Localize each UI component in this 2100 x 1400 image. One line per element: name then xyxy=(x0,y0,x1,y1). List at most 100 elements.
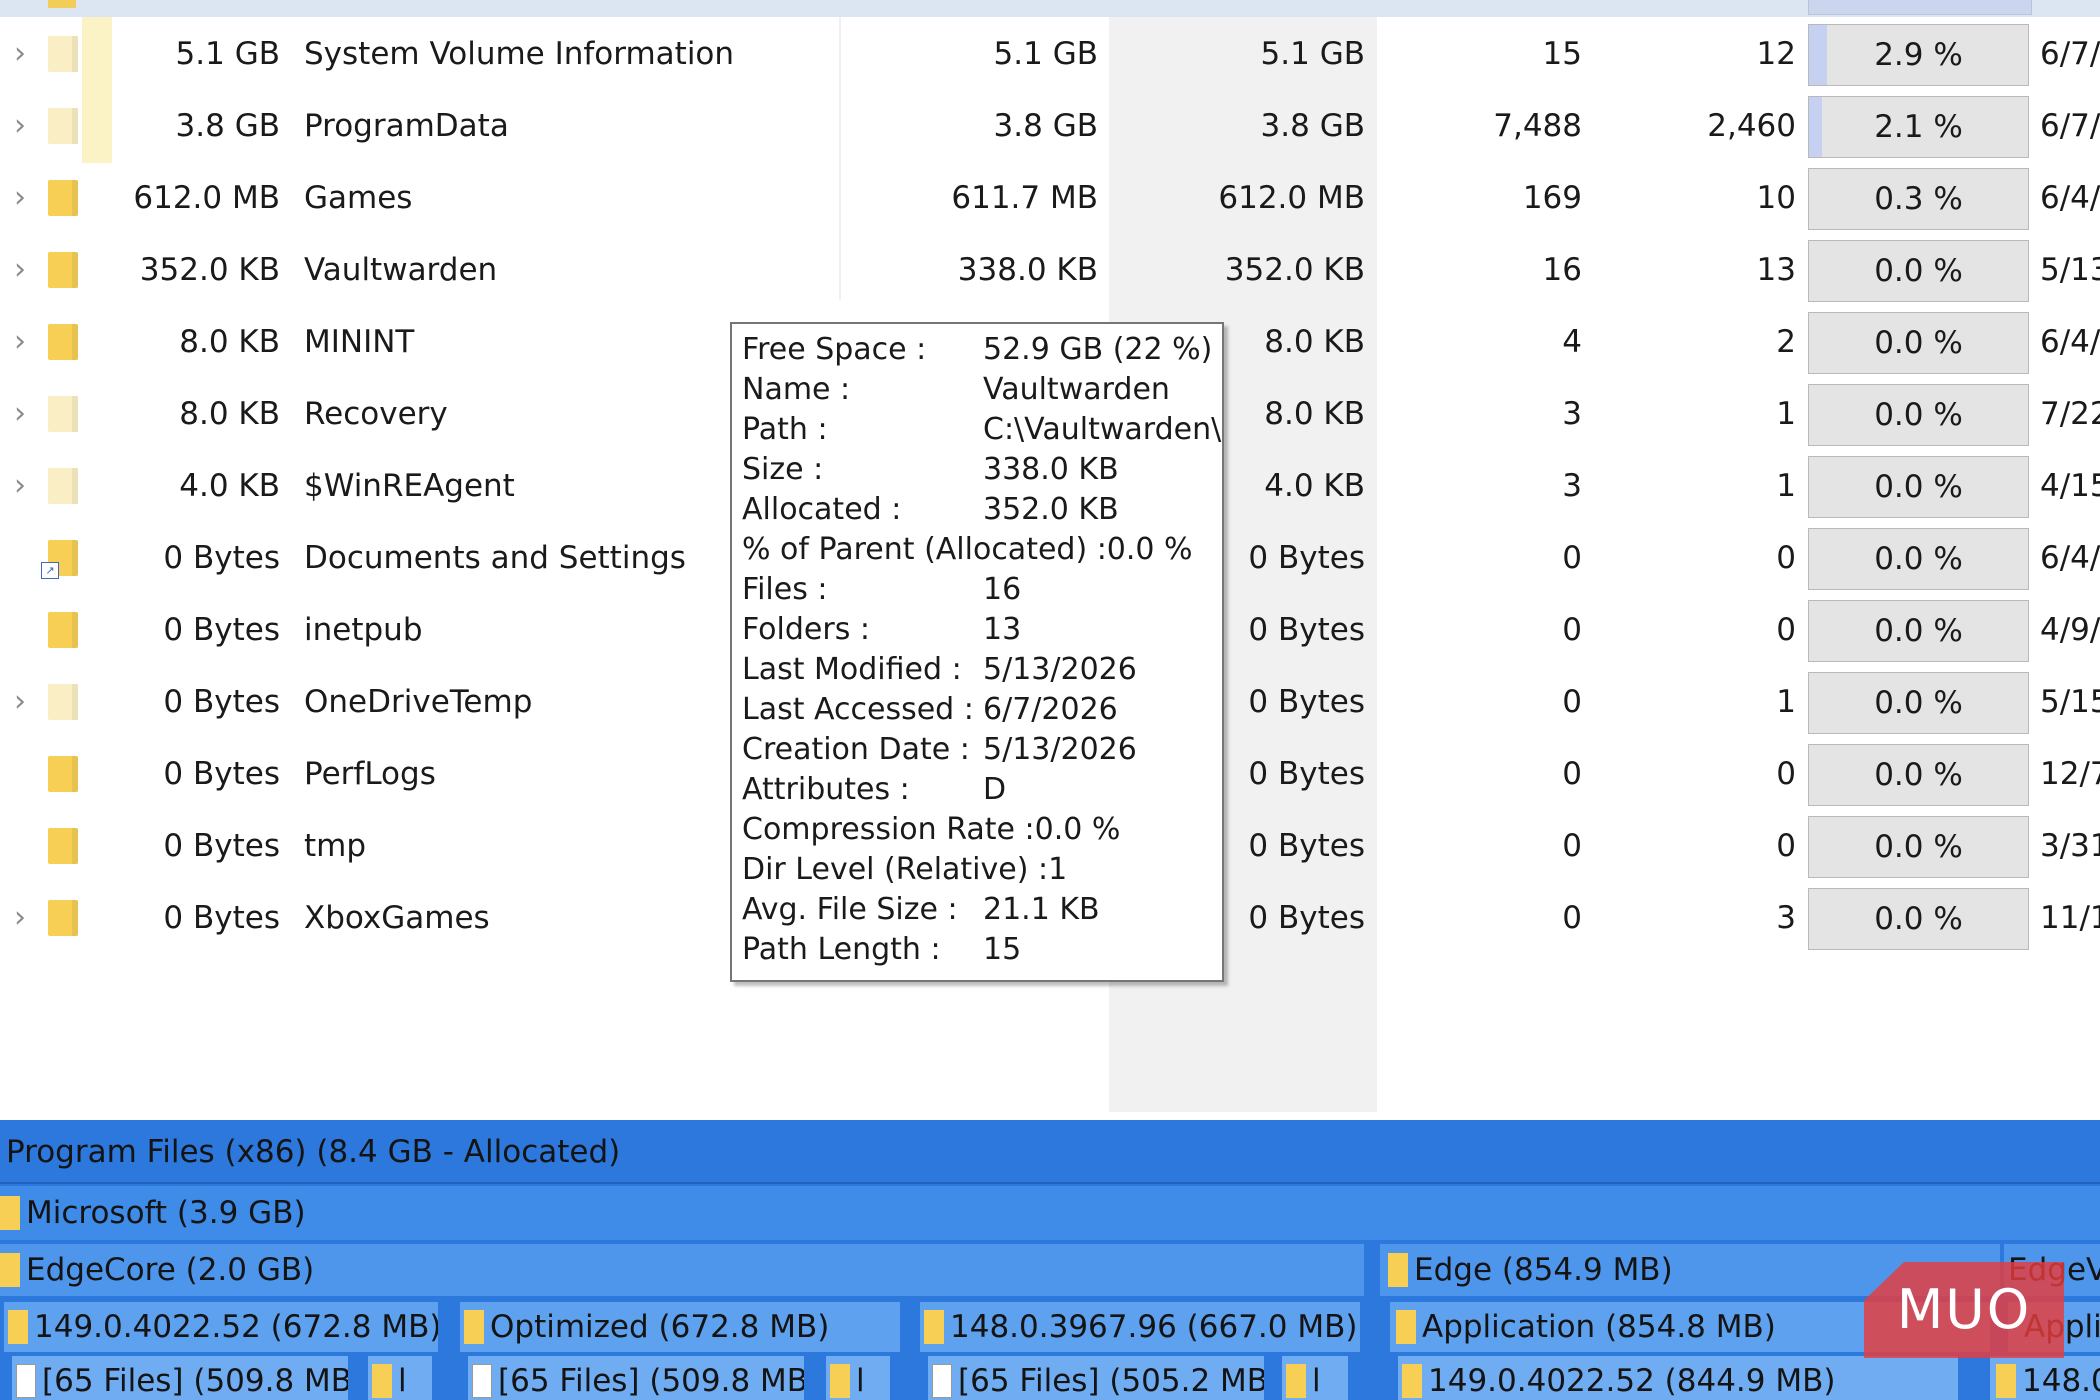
percent-text: 2.1 % xyxy=(1874,109,1963,145)
folder-row[interactable]: › 5.1 GB System Volume Information 5.1 GB 5.… xyxy=(0,17,2100,91)
date-cell: 6/4/ xyxy=(2040,180,2100,216)
files-cell: 4 xyxy=(1562,324,1582,360)
files-cell: 7,488 xyxy=(1493,108,1582,144)
file-icon xyxy=(16,1363,36,1398)
size-cell: 5.1 GB xyxy=(175,36,280,72)
name-cell[interactable]: XboxGames xyxy=(304,882,490,954)
treemap-version-148b[interactable]: 148.0 xyxy=(1990,1356,2100,1400)
treemap: Program Files (x86) (8.4 GB - Allocated)… xyxy=(0,1120,2100,1400)
allocated-cell: 5.1 GB xyxy=(1260,36,1365,72)
folder-icon xyxy=(1286,1363,1306,1398)
files-cell: 0 xyxy=(1562,756,1582,792)
files-cell: 16 xyxy=(1542,252,1582,288)
treemap-microsoft[interactable]: Microsoft (3.9 GB) xyxy=(0,1186,2100,1240)
treemap-optimized[interactable]: Optimized (672.8 MB) xyxy=(460,1302,900,1352)
chevron-right-icon[interactable]: › xyxy=(8,378,32,450)
tooltip-value: 6/7/2026 xyxy=(983,692,1118,727)
percent-text: 0.0 % xyxy=(1874,613,1963,649)
tooltip-value: 5/13/2026 xyxy=(983,652,1137,687)
chevron-right-icon[interactable]: › xyxy=(8,666,32,738)
name-cell[interactable]: Vaultwarden xyxy=(304,234,497,306)
tooltip-label: Path Length : xyxy=(742,932,941,967)
folders-cell: 0 xyxy=(1776,540,1796,576)
name-cell[interactable]: inetpub xyxy=(304,594,423,666)
folder-icon xyxy=(924,1309,944,1344)
folder-icon xyxy=(48,252,80,288)
name-cell[interactable]: PerfLogs xyxy=(304,738,436,810)
name-cell[interactable]: OneDriveTemp xyxy=(304,666,532,738)
size-cell: 352.0 KB xyxy=(139,252,280,288)
chevron-right-icon[interactable]: › xyxy=(8,882,32,954)
name-cell[interactable]: Recovery xyxy=(304,378,448,450)
treemap-version-148[interactable]: 148.0.3967.96 (667.0 MB) xyxy=(920,1302,1360,1352)
watermark-logo: MUO xyxy=(1864,1262,2064,1358)
treemap-root[interactable]: Program Files (x86) (8.4 GB - Allocated) xyxy=(0,1120,2100,1184)
tooltip-label: Path : xyxy=(742,412,828,447)
percent-bar xyxy=(1808,0,2032,15)
treemap-files-1[interactable]: [65 Files] (509.8 MB) xyxy=(12,1356,348,1400)
percent-of-parent-bar: 0.0 % xyxy=(1808,744,2029,806)
percent-text: 0.0 % xyxy=(1874,397,1963,433)
chevron-right-icon[interactable]: › xyxy=(8,18,32,90)
folder-icon: ↗ xyxy=(41,540,80,579)
chevron-right-icon[interactable]: › xyxy=(8,162,32,234)
folder-icon xyxy=(830,1363,850,1398)
size-cell: 8.0 KB xyxy=(179,396,280,432)
tooltip-value: 338.0 KB xyxy=(983,452,1119,487)
date-cell: 12/7 xyxy=(2040,756,2100,792)
files-cell: 169 xyxy=(1522,180,1582,216)
percent-of-parent-bar: 2.1 % xyxy=(1808,96,2029,158)
date-cell: 4/9/ xyxy=(2040,612,2100,648)
treemap-stub-2[interactable]: l xyxy=(826,1356,890,1400)
files-cell: 0 xyxy=(1562,540,1582,576)
folders-cell: 0 xyxy=(1776,756,1796,792)
treemap-stub-3[interactable]: l xyxy=(1282,1356,1348,1400)
folder-row[interactable]: › 612.0 MB Games 611.7 MB 612.0 MB 169 10 0.3 %… xyxy=(0,162,2100,234)
selected-row-partial[interactable] xyxy=(0,0,2100,17)
treemap-label: Program Files (x86) (8.4 GB - Allocated) xyxy=(6,1134,621,1170)
treemap-stub-1[interactable]: l xyxy=(368,1356,432,1400)
folders-cell: 1 xyxy=(1776,684,1796,720)
treemap-label: 148.0 xyxy=(2022,1363,2100,1399)
folders-cell: 10 xyxy=(1756,180,1796,216)
treemap-version-149a[interactable]: 149.0.4022.52 (672.8 MB) xyxy=(4,1302,438,1352)
percent-of-parent-bar: 0.3 % xyxy=(1808,168,2029,230)
chevron-right-icon[interactable]: › xyxy=(8,234,32,306)
tooltip-value: 21.1 KB xyxy=(983,892,1100,927)
folders-cell: 2 xyxy=(1776,324,1796,360)
tooltip-compression: Compression Rate :0.0 % xyxy=(742,812,1121,847)
treemap-label: l xyxy=(398,1363,407,1399)
folder-icon xyxy=(1388,1252,1408,1287)
name-cell[interactable]: tmp xyxy=(304,810,366,882)
tooltip-path-length: Path Length : 15 xyxy=(742,930,1021,970)
name-cell[interactable]: System Volume Information xyxy=(304,18,734,90)
name-cell[interactable]: $WinREAgent xyxy=(304,450,515,522)
name-cell[interactable]: MININT xyxy=(304,306,414,378)
files-cell: 3 xyxy=(1562,396,1582,432)
shortcut-arrow-icon: ↗ xyxy=(41,562,59,579)
tooltip-label: Folders : xyxy=(742,612,870,647)
files-cell: 3 xyxy=(1562,468,1582,504)
name-cell[interactable]: Games xyxy=(304,162,412,234)
tooltip-size: Size : 338.0 KB xyxy=(742,450,1119,490)
date-cell: 6/7/ xyxy=(2040,36,2100,72)
treemap-edgecore[interactable]: EdgeCore (2.0 GB) xyxy=(0,1244,1364,1296)
treemap-files-3[interactable]: [65 Files] (505.2 MB) xyxy=(928,1356,1264,1400)
treemap-label: [65 Files] (505.2 MB) xyxy=(958,1363,1264,1399)
folder-row[interactable]: › 352.0 KB Vaultwarden 338.0 KB 352.0 KB 16 13… xyxy=(0,234,2100,306)
tooltip-label: Last Accessed : xyxy=(742,692,974,727)
tooltip-folders: Folders : 13 xyxy=(742,610,1021,650)
size-cell: 0 Bytes xyxy=(163,612,280,648)
treemap-label: Application (854.8 MB) xyxy=(1422,1309,1776,1345)
size-cell: 0 Bytes xyxy=(163,540,280,576)
chevron-right-icon[interactable]: › xyxy=(8,450,32,522)
treemap-files-2[interactable]: [65 Files] (509.8 MB) xyxy=(468,1356,804,1400)
date-cell: 6/7/ xyxy=(2040,108,2100,144)
name-cell[interactable]: Documents and Settings xyxy=(304,522,686,594)
folder-row[interactable]: › 3.8 GB ProgramData 3.8 GB 3.8 GB 7,488 2,460… xyxy=(0,89,2100,163)
name-cell[interactable]: ProgramData xyxy=(304,90,509,162)
chevron-right-icon[interactable]: › xyxy=(8,90,32,162)
chevron-right-icon[interactable]: › xyxy=(8,306,32,378)
percent-fill xyxy=(1809,25,1827,85)
treemap-version-149b[interactable]: 149.0.4022.52 (844.9 MB) xyxy=(1398,1356,1958,1400)
